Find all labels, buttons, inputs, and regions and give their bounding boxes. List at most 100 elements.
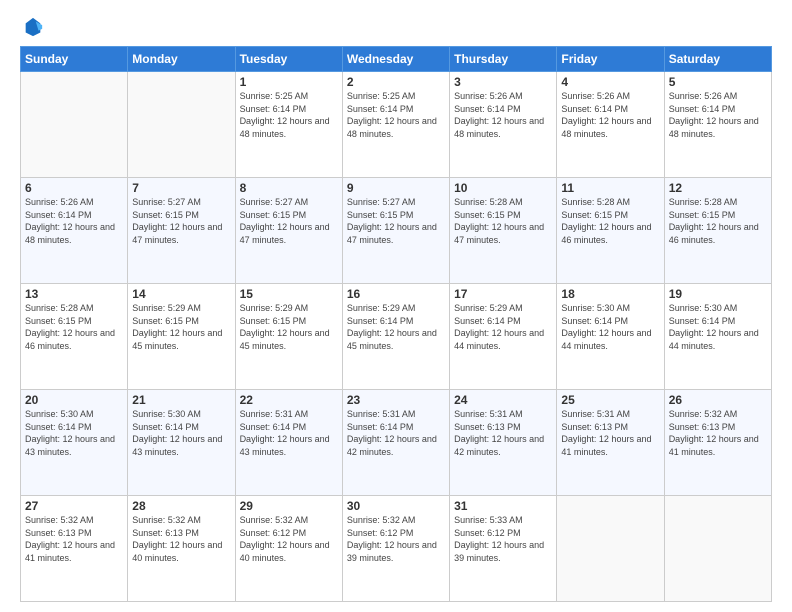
- col-header-wednesday: Wednesday: [342, 47, 449, 72]
- calendar-cell: 17Sunrise: 5:29 AM Sunset: 6:14 PM Dayli…: [450, 284, 557, 390]
- day-info: Sunrise: 5:32 AM Sunset: 6:12 PM Dayligh…: [240, 514, 338, 564]
- day-info: Sunrise: 5:26 AM Sunset: 6:14 PM Dayligh…: [25, 196, 123, 246]
- day-number: 16: [347, 287, 445, 301]
- day-number: 1: [240, 75, 338, 89]
- day-info: Sunrise: 5:30 AM Sunset: 6:14 PM Dayligh…: [561, 302, 659, 352]
- calendar-cell: 13Sunrise: 5:28 AM Sunset: 6:15 PM Dayli…: [21, 284, 128, 390]
- day-info: Sunrise: 5:32 AM Sunset: 6:12 PM Dayligh…: [347, 514, 445, 564]
- col-header-sunday: Sunday: [21, 47, 128, 72]
- day-number: 31: [454, 499, 552, 513]
- col-header-thursday: Thursday: [450, 47, 557, 72]
- day-number: 6: [25, 181, 123, 195]
- calendar-cell: 14Sunrise: 5:29 AM Sunset: 6:15 PM Dayli…: [128, 284, 235, 390]
- logo-text: [20, 16, 44, 38]
- day-number: 29: [240, 499, 338, 513]
- day-info: Sunrise: 5:32 AM Sunset: 6:13 PM Dayligh…: [25, 514, 123, 564]
- day-info: Sunrise: 5:28 AM Sunset: 6:15 PM Dayligh…: [561, 196, 659, 246]
- day-info: Sunrise: 5:31 AM Sunset: 6:14 PM Dayligh…: [347, 408, 445, 458]
- day-number: 27: [25, 499, 123, 513]
- week-row-4: 20 Sunrise: 5:30 AM Sunset: 6:14 PM Dayli…: [21, 390, 772, 496]
- day-info: Sunrise: 5:29 AM Sunset: 6:15 PM Dayligh…: [132, 302, 230, 352]
- logo: [20, 16, 44, 38]
- page: SundayMondayTuesdayWednesdayThursdayFrid…: [0, 0, 792, 612]
- day-number: 12: [669, 181, 767, 195]
- day-number: 3: [454, 75, 552, 89]
- week-row-1: 1Sunrise: 5:25 AM Sunset: 6:14 PM Daylig…: [21, 72, 772, 178]
- calendar-table: SundayMondayTuesdayWednesdayThursdayFrid…: [20, 46, 772, 602]
- calendar-cell: 16Sunrise: 5:29 AM Sunset: 6:14 PM Dayli…: [342, 284, 449, 390]
- col-header-tuesday: Tuesday: [235, 47, 342, 72]
- calendar-cell: 22Sunrise: 5:31 AM Sunset: 6:14 PM Dayli…: [235, 390, 342, 496]
- day-info: Sunrise: 5:27 AM Sunset: 6:15 PM Dayligh…: [240, 196, 338, 246]
- day-info: Sunrise: 5:28 AM Sunset: 6:15 PM Dayligh…: [454, 196, 552, 246]
- day-info: Sunrise: 5:28 AM Sunset: 6:15 PM Dayligh…: [25, 302, 123, 352]
- calendar-cell: 28Sunrise: 5:32 AM Sunset: 6:13 PM Dayli…: [128, 496, 235, 602]
- day-number: 20: [25, 393, 123, 407]
- day-info: Sunrise: 5:26 AM Sunset: 6:14 PM Dayligh…: [454, 90, 552, 140]
- day-number: 19: [669, 287, 767, 301]
- calendar-cell: 27Sunrise: 5:32 AM Sunset: 6:13 PM Dayli…: [21, 496, 128, 602]
- day-info: Sunrise: 5:30 AM Sunset: 6:14 PM Dayligh…: [669, 302, 767, 352]
- calendar-cell: 15Sunrise: 5:29 AM Sunset: 6:15 PM Dayli…: [235, 284, 342, 390]
- day-info: Sunrise: 5:31 AM Sunset: 6:14 PM Dayligh…: [240, 408, 338, 458]
- calendar-cell: [664, 496, 771, 602]
- day-info: Sunrise: 5:33 AM Sunset: 6:12 PM Dayligh…: [454, 514, 552, 564]
- calendar-cell: 31Sunrise: 5:33 AM Sunset: 6:12 PM Dayli…: [450, 496, 557, 602]
- calendar-cell: 11Sunrise: 5:28 AM Sunset: 6:15 PM Dayli…: [557, 178, 664, 284]
- day-number: 25: [561, 393, 659, 407]
- day-number: 8: [240, 181, 338, 195]
- calendar-cell: 26Sunrise: 5:32 AM Sunset: 6:13 PM Dayli…: [664, 390, 771, 496]
- calendar-cell: [21, 72, 128, 178]
- calendar-cell: 19Sunrise: 5:30 AM Sunset: 6:14 PM Dayli…: [664, 284, 771, 390]
- day-info: Sunrise: 5:25 AM Sunset: 6:14 PM Dayligh…: [347, 90, 445, 140]
- day-info: Sunrise: 5:25 AM Sunset: 6:14 PM Dayligh…: [240, 90, 338, 140]
- week-row-3: 13Sunrise: 5:28 AM Sunset: 6:15 PM Dayli…: [21, 284, 772, 390]
- day-number: 17: [454, 287, 552, 301]
- day-number: 10: [454, 181, 552, 195]
- header: [20, 16, 772, 38]
- calendar-cell: 24Sunrise: 5:31 AM Sunset: 6:13 PM Dayli…: [450, 390, 557, 496]
- calendar-cell: 4Sunrise: 5:26 AM Sunset: 6:14 PM Daylig…: [557, 72, 664, 178]
- calendar-header-row: SundayMondayTuesdayWednesdayThursdayFrid…: [21, 47, 772, 72]
- day-info: Sunrise: 5:31 AM Sunset: 6:13 PM Dayligh…: [561, 408, 659, 458]
- col-header-monday: Monday: [128, 47, 235, 72]
- day-number: 4: [561, 75, 659, 89]
- day-number: 2: [347, 75, 445, 89]
- day-number: 9: [347, 181, 445, 195]
- calendar-cell: 10Sunrise: 5:28 AM Sunset: 6:15 PM Dayli…: [450, 178, 557, 284]
- calendar-cell: 21Sunrise: 5:30 AM Sunset: 6:14 PM Dayli…: [128, 390, 235, 496]
- calendar-cell: 18Sunrise: 5:30 AM Sunset: 6:14 PM Dayli…: [557, 284, 664, 390]
- calendar-cell: 8Sunrise: 5:27 AM Sunset: 6:15 PM Daylig…: [235, 178, 342, 284]
- calendar-cell: 3Sunrise: 5:26 AM Sunset: 6:14 PM Daylig…: [450, 72, 557, 178]
- logo-icon: [22, 16, 44, 38]
- day-info: Sunrise: 5:27 AM Sunset: 6:15 PM Dayligh…: [347, 196, 445, 246]
- day-info: Sunrise: 5:31 AM Sunset: 6:13 PM Dayligh…: [454, 408, 552, 458]
- day-number: 21: [132, 393, 230, 407]
- day-info: Sunrise: 5:32 AM Sunset: 6:13 PM Dayligh…: [132, 514, 230, 564]
- day-number: 14: [132, 287, 230, 301]
- calendar-cell: 29Sunrise: 5:32 AM Sunset: 6:12 PM Dayli…: [235, 496, 342, 602]
- day-info: Sunrise: 5:29 AM Sunset: 6:14 PM Dayligh…: [347, 302, 445, 352]
- day-number: 18: [561, 287, 659, 301]
- day-info: Sunrise: 5:28 AM Sunset: 6:15 PM Dayligh…: [669, 196, 767, 246]
- day-number: 22: [240, 393, 338, 407]
- calendar-cell: [128, 72, 235, 178]
- day-number: 7: [132, 181, 230, 195]
- day-number: 13: [25, 287, 123, 301]
- day-info: Sunrise: 5:30 AM Sunset: 6:14 PM Dayligh…: [132, 408, 230, 458]
- calendar-cell: 30Sunrise: 5:32 AM Sunset: 6:12 PM Dayli…: [342, 496, 449, 602]
- calendar-cell: 12Sunrise: 5:28 AM Sunset: 6:15 PM Dayli…: [664, 178, 771, 284]
- day-number: 11: [561, 181, 659, 195]
- day-info: Sunrise: 5:26 AM Sunset: 6:14 PM Dayligh…: [669, 90, 767, 140]
- day-number: 28: [132, 499, 230, 513]
- col-header-friday: Friday: [557, 47, 664, 72]
- day-number: 30: [347, 499, 445, 513]
- day-info: Sunrise: 5:29 AM Sunset: 6:14 PM Dayligh…: [454, 302, 552, 352]
- day-number: 26: [669, 393, 767, 407]
- day-number: 15: [240, 287, 338, 301]
- calendar-cell: 5Sunrise: 5:26 AM Sunset: 6:14 PM Daylig…: [664, 72, 771, 178]
- calendar-cell: [557, 496, 664, 602]
- calendar-cell: 2Sunrise: 5:25 AM Sunset: 6:14 PM Daylig…: [342, 72, 449, 178]
- day-info: Sunrise: 5:27 AM Sunset: 6:15 PM Dayligh…: [132, 196, 230, 246]
- day-info: Sunrise: 5:29 AM Sunset: 6:15 PM Dayligh…: [240, 302, 338, 352]
